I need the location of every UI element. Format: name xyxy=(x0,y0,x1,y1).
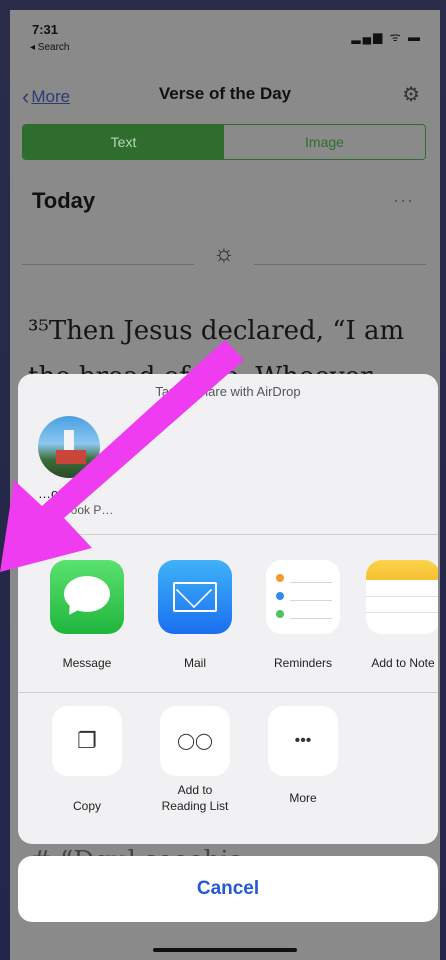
phone-screen: 7:31 ◂ Search ▂▄▆ ᯤ ▬ ‹ More Verse of the… xyxy=(10,10,440,960)
share-sheet: Tap to share with AirDrop …om …acBook P…… xyxy=(18,374,438,844)
page-title: Verse of the Day xyxy=(158,84,292,103)
today-heading: Today xyxy=(32,188,96,213)
share-app-mail[interactable]: Mail xyxy=(150,560,240,670)
action-more[interactable]: ••• More xyxy=(258,706,348,806)
app-label: Add to Note xyxy=(371,656,435,670)
share-actions-row: ❐ Copy ◯◯ Add to Reading List ••• More xyxy=(18,706,438,836)
airdrop-device[interactable]: …om …acBook P… xyxy=(38,416,128,518)
tab-text[interactable]: Text xyxy=(23,125,224,159)
app-label: Message xyxy=(62,656,112,670)
airdrop-hint: Tap to share with AirDrop xyxy=(155,384,301,399)
verse-line: ³⁵Then Jesus declared, “I am xyxy=(28,316,405,346)
app-label: Mail xyxy=(183,656,206,670)
action-label: More xyxy=(289,791,317,805)
action-label: Copy xyxy=(72,799,101,813)
cancel-button[interactable]: Cancel xyxy=(18,856,438,922)
sun-icon: ☼ xyxy=(213,240,235,267)
copy-icon: ❐ xyxy=(52,706,122,776)
back-to-app-link[interactable]: ◂ Search xyxy=(30,42,69,53)
more-icon: ••• xyxy=(268,706,338,776)
row-divider xyxy=(18,692,438,693)
app-label: Reminders xyxy=(273,656,333,670)
device-subtitle: …acBook P… xyxy=(38,503,114,517)
divider-right xyxy=(254,264,426,265)
device-frame: 7:31 ◂ Search ▂▄▆ ᯤ ▬ ‹ More Verse of the… xyxy=(0,0,446,960)
nav-bar: ‹ More Verse of the Day ⚙ xyxy=(10,66,440,120)
status-icons: ▂▄▆ ᯤ ▬ xyxy=(351,30,422,44)
reminders-icon xyxy=(266,560,340,634)
share-app-notes[interactable]: Add to Note xyxy=(358,560,438,670)
ellipsis-icon[interactable]: ··· xyxy=(393,190,414,211)
segmented-control: Text Image xyxy=(22,124,426,160)
action-add-to-reading-list[interactable]: ◯◯ Add to Reading List xyxy=(150,706,240,814)
notes-icon xyxy=(366,560,438,634)
status-time: 7:31 xyxy=(32,22,59,37)
status-bar: 7:31 ◂ Search ▂▄▆ ᯤ ▬ xyxy=(10,10,440,66)
share-apps-row: Message Mail Reminders Add to Note xyxy=(18,560,438,690)
action-label: Add to Reading List xyxy=(161,783,229,813)
mail-icon xyxy=(158,560,232,634)
home-indicator xyxy=(153,948,297,952)
divider-left xyxy=(22,264,194,265)
device-name: …om xyxy=(38,486,70,501)
row-divider xyxy=(18,534,438,535)
tab-image[interactable]: Image xyxy=(224,125,425,159)
share-app-message[interactable]: Message xyxy=(42,560,132,670)
device-avatar xyxy=(38,416,100,478)
messages-icon xyxy=(50,560,124,634)
action-copy[interactable]: ❐ Copy xyxy=(42,706,132,814)
gear-icon[interactable]: ⚙ xyxy=(402,82,420,107)
reading-list-icon: ◯◯ xyxy=(160,706,230,776)
share-app-reminders[interactable]: Reminders xyxy=(258,560,348,670)
